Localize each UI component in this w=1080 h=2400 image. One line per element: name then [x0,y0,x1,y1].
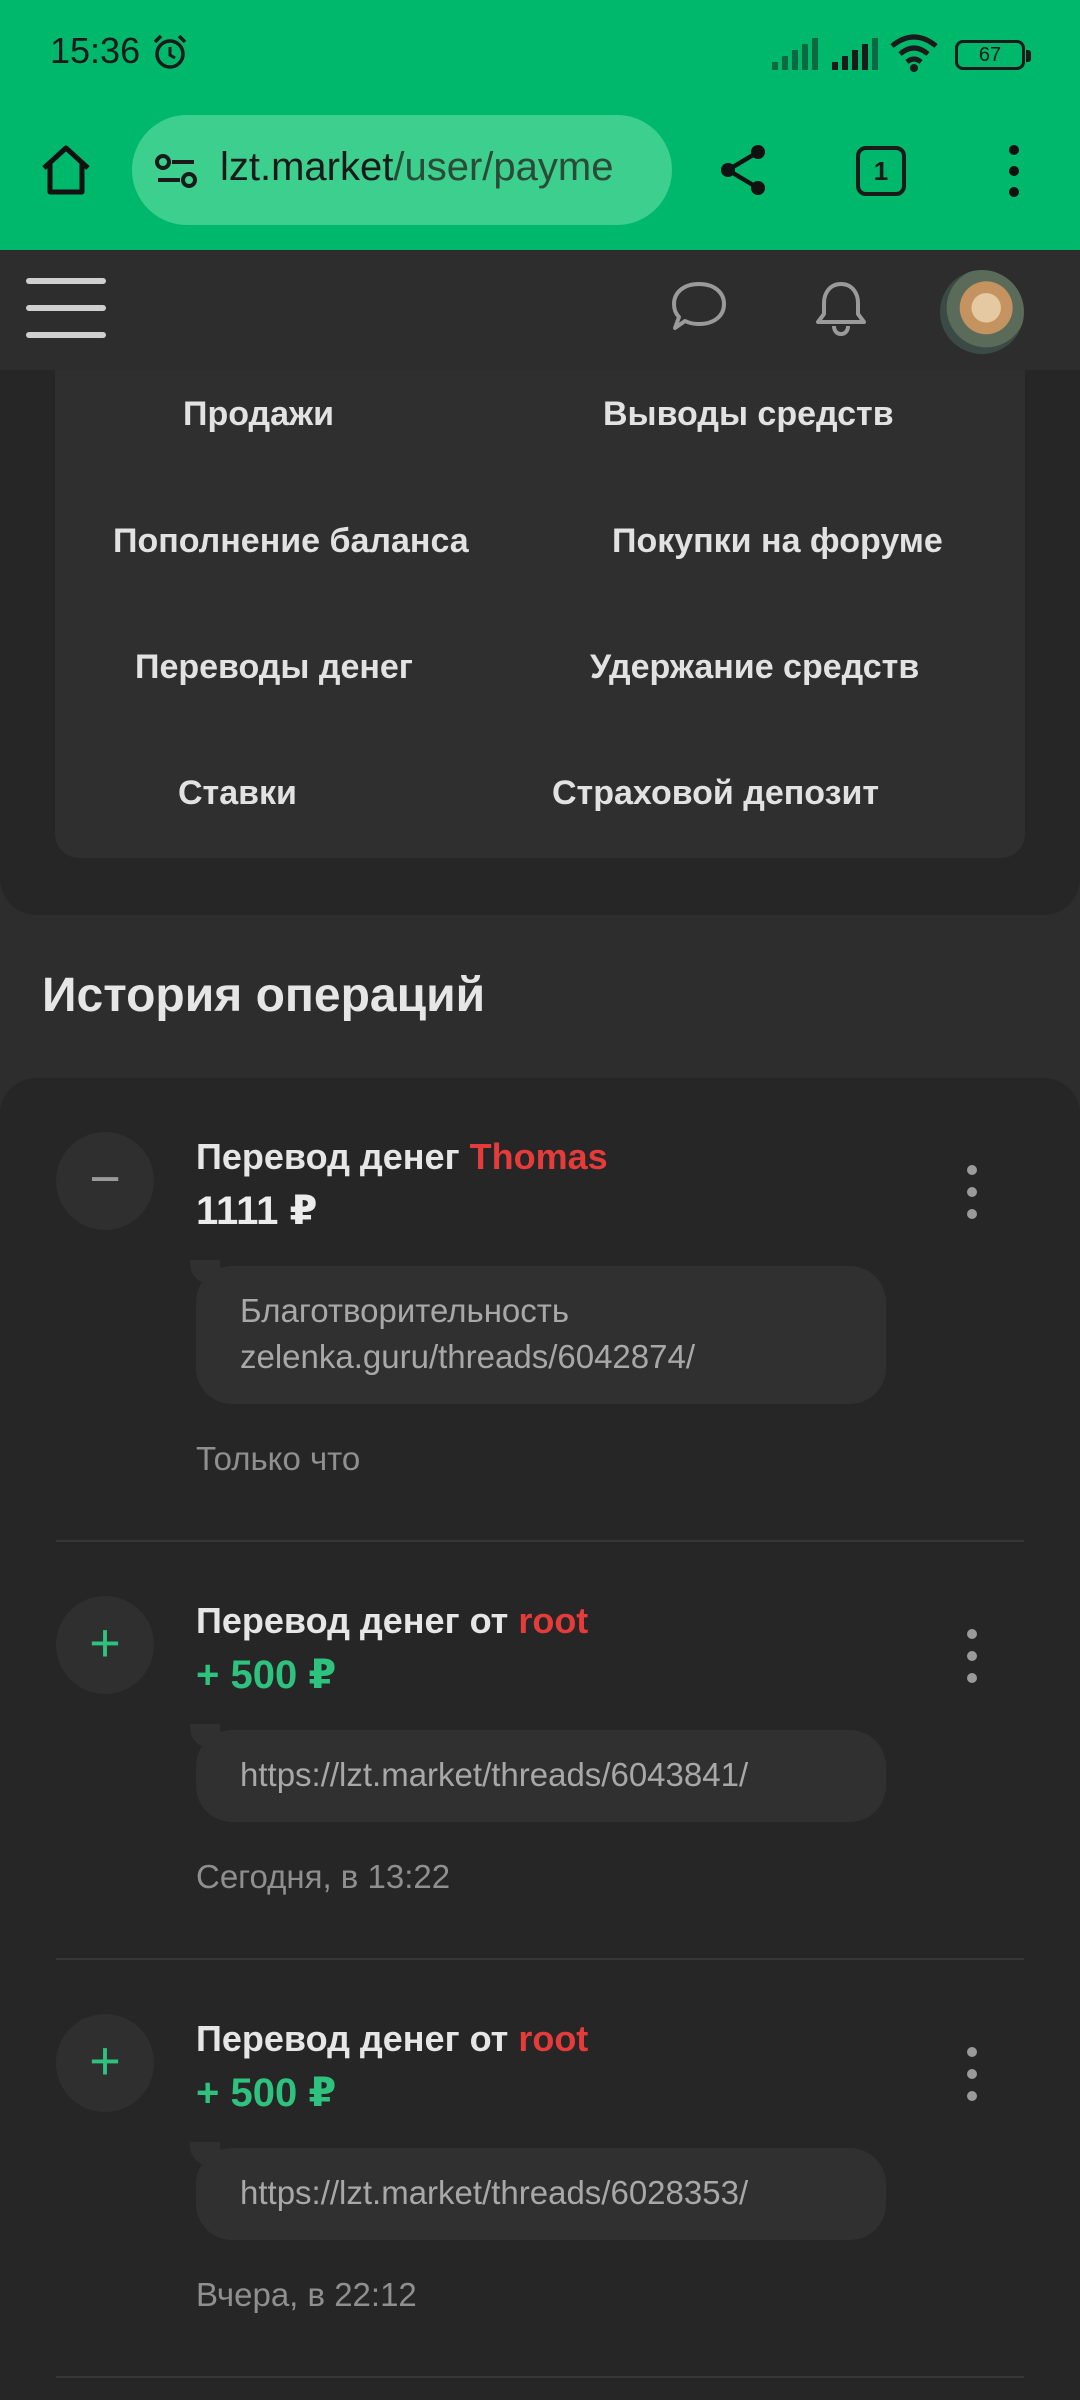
plus-icon: + [56,2014,154,2112]
more-options-icon[interactable] [960,1628,984,1684]
signal-icon [772,38,818,70]
chat-icon[interactable] [670,280,728,334]
operation-amount: + 500 ₽ [196,1653,337,1697]
address-bar[interactable]: lzt.market/user/payme [132,115,672,225]
url-host: lzt.market [220,145,394,189]
minus-icon: − [56,1132,154,1230]
battery-indicator: 67 [955,40,1031,70]
plus-icon: + [56,1596,154,1694]
operation-label: Перевод денег [196,1136,460,1177]
operation-label: Перевод денег от [196,1600,509,1641]
operations-list: − Перевод денег Thomas 1111 ₽ Благотвори… [0,1078,1080,2400]
comment-line: https://lzt.market/threads/6043841/ [240,1756,749,1793]
more-options-icon[interactable] [960,2046,984,2102]
wifi-icon [890,34,938,72]
operation-title: Перевод денег от root [196,1600,588,1642]
operation-time: Сегодня, в 13:22 [196,1858,451,1895]
menu-item-bets[interactable]: Ставки [178,774,297,813]
operation-comment: Благотворительность zelenka.guru/threads… [190,1260,886,1404]
home-icon[interactable] [38,142,94,198]
more-options-icon[interactable] [960,1164,984,1220]
site-header [0,250,1080,370]
alarm-icon [153,34,187,69]
payments-menu-card: Продажи Выводы средств Пополнение баланс… [55,370,1025,858]
history-title: История операций [42,969,486,1022]
bell-icon[interactable] [812,278,870,336]
divider [56,2376,1024,2378]
operation-title: Перевод денег от root [196,2018,588,2060]
menu-item-deposits[interactable]: Пополнение баланса [113,522,469,561]
operation-user-link[interactable]: Thomas [470,1136,608,1177]
menu-item-sales[interactable]: Продажи [183,395,334,434]
comment-line: Благотворительность [240,1292,570,1329]
operation-comment: https://lzt.market/threads/6028353/ [190,2142,886,2240]
share-icon[interactable] [716,142,772,198]
operation-user-link[interactable]: root [518,1600,588,1641]
hamburger-menu-icon[interactable] [26,274,106,342]
tabs-count-button[interactable]: 1 [856,146,906,196]
operation-title: Перевод денег Thomas [196,1136,608,1178]
operation-user-link[interactable]: root [518,2018,588,2059]
operation-amount: + 500 ₽ [196,2071,337,2115]
status-time: 15:36 [50,30,141,71]
comment-line: zelenka.guru/threads/6042874/ [240,1338,696,1375]
operation-time: Вчера, в 22:12 [196,2276,417,2313]
browser-chrome: 15:36 67 lzt.market/user/payme 1 [0,0,1080,250]
user-avatar[interactable] [940,270,1024,354]
browser-menu-icon[interactable] [1000,144,1028,198]
signal-icon [832,38,878,70]
operation-time: Только что [196,1440,361,1477]
menu-item-withdrawals[interactable]: Выводы средств [603,395,894,434]
url-text: lzt.market/user/payme [220,145,613,190]
menu-item-holds[interactable]: Удержание средств [590,648,919,687]
menu-item-forum-purchases[interactable]: Покупки на форуме [612,522,943,561]
operation-label: Перевод денег от [196,2018,509,2059]
operation-amount: 1111 ₽ [196,1189,318,1233]
operation-comment: https://lzt.market/threads/6043841/ [190,1724,886,1822]
divider [56,1958,1024,1960]
menu-item-insurance-deposit[interactable]: Страховой депозит [552,774,879,813]
divider [56,1540,1024,1542]
payments-menu-section: Продажи Выводы средств Пополнение баланс… [0,370,1080,915]
comment-line: https://lzt.market/threads/6028353/ [240,2174,749,2211]
status-bar: 15:36 67 [0,0,1080,110]
menu-item-transfers[interactable]: Переводы денег [135,648,413,687]
site-settings-icon[interactable] [154,151,198,191]
url-path: /user/payme [393,145,614,189]
